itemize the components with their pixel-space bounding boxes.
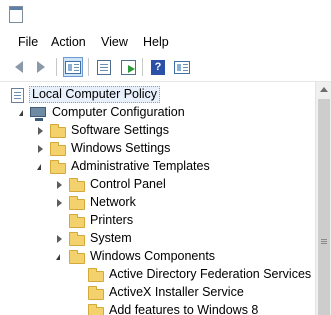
tree-item-adfs[interactable]: Active Directory Federation Services — [0, 266, 315, 284]
grip-icon — [321, 239, 327, 240]
computer-icon — [30, 106, 46, 121]
tree-item-label: Add features to Windows 8 — [109, 303, 259, 315]
folder-icon — [88, 286, 104, 300]
tree-item-label: Windows Settings — [71, 141, 171, 155]
tree-item-label: Administrative Templates — [71, 159, 210, 173]
expand-icon[interactable] — [55, 180, 63, 189]
tree-item-activex-installer-service[interactable]: ActiveX Installer Service — [0, 284, 315, 302]
scroll-up-arrow-icon[interactable] — [320, 87, 328, 92]
console-tree: Local Computer Policy Computer Configura… — [0, 82, 315, 315]
menu-bar: File Action View Help — [0, 31, 331, 53]
document-icon — [97, 59, 111, 75]
tree-item-printers[interactable]: Printers — [0, 212, 315, 230]
collapse-icon[interactable] — [55, 252, 63, 261]
expand-icon[interactable] — [55, 234, 63, 243]
tree-item-label: Windows Components — [90, 249, 216, 263]
folder-icon — [50, 142, 66, 156]
tree-item-label: ActiveX Installer Service — [109, 285, 244, 299]
tree-item-network[interactable]: Network — [0, 194, 315, 212]
help-icon: ? — [151, 59, 165, 75]
folder-icon — [50, 160, 66, 174]
tree-item-label: Software Settings — [71, 123, 169, 137]
tree-item-label: Network — [90, 195, 136, 209]
tree-item-control-panel[interactable]: Control Panel — [0, 176, 315, 194]
collapse-icon[interactable] — [18, 108, 26, 117]
tree-item-label: Computer Configuration — [52, 105, 185, 119]
menu-help[interactable]: Help — [143, 35, 169, 49]
show-hide-console-tree-button[interactable] — [63, 57, 83, 77]
folder-icon — [69, 250, 85, 264]
console-tree-icon — [65, 60, 81, 74]
folder-icon — [69, 196, 85, 210]
folder-icon — [69, 214, 85, 228]
policy-icon — [10, 88, 26, 103]
toolbar-separator — [88, 58, 89, 76]
scrollbar-thumb[interactable] — [318, 99, 330, 315]
menu-action[interactable]: Action — [51, 35, 86, 49]
folder-icon — [50, 124, 66, 138]
tree-item-software-settings[interactable]: Software Settings — [0, 122, 315, 140]
tree-item-windows-settings[interactable]: Windows Settings — [0, 140, 315, 158]
toolbar: ? — [0, 53, 331, 82]
menu-file[interactable]: File — [18, 35, 38, 49]
tree-item-system[interactable]: System — [0, 230, 315, 248]
show-hide-action-pane-button[interactable] — [172, 57, 192, 77]
tree-item-windows-components[interactable]: Windows Components — [0, 248, 315, 266]
tree-item-label: Active Directory Federation Services — [109, 267, 312, 281]
folder-icon — [69, 232, 85, 246]
expand-icon[interactable] — [36, 126, 44, 135]
tree-item-computer-configuration[interactable]: Computer Configuration — [0, 104, 315, 122]
toolbar-separator — [142, 58, 143, 76]
expand-icon[interactable] — [36, 144, 44, 153]
tree-item-add-features[interactable]: Add features to Windows 8 — [0, 302, 315, 315]
back-button[interactable] — [9, 57, 29, 77]
tree-item-label: Control Panel — [90, 177, 166, 191]
title-bar — [0, 0, 331, 31]
arrow-right-icon — [37, 61, 45, 73]
collapse-icon[interactable] — [36, 162, 44, 171]
folder-icon — [69, 178, 85, 192]
policy-editor-icon — [9, 6, 23, 23]
help-button[interactable]: ? — [148, 57, 168, 77]
toolbar-separator — [56, 58, 57, 76]
tree-item-label: Local Computer Policy — [29, 86, 161, 103]
action-pane-icon — [174, 60, 190, 74]
menu-view[interactable]: View — [101, 35, 128, 49]
tree-item-local-computer-policy[interactable]: Local Computer Policy — [0, 86, 315, 104]
properties-button[interactable] — [94, 57, 114, 77]
export-icon — [120, 59, 136, 75]
tree-item-label: Printers — [90, 213, 134, 227]
tree-item-label: System — [90, 231, 132, 245]
forward-button[interactable] — [31, 57, 51, 77]
export-list-button[interactable] — [118, 57, 138, 77]
folder-icon — [88, 268, 104, 282]
expand-icon[interactable] — [55, 198, 63, 207]
tree-item-administrative-templates[interactable]: Administrative Templates — [0, 158, 315, 176]
vertical-scrollbar[interactable] — [315, 82, 331, 315]
folder-icon — [88, 304, 104, 315]
arrow-left-icon — [15, 61, 23, 73]
